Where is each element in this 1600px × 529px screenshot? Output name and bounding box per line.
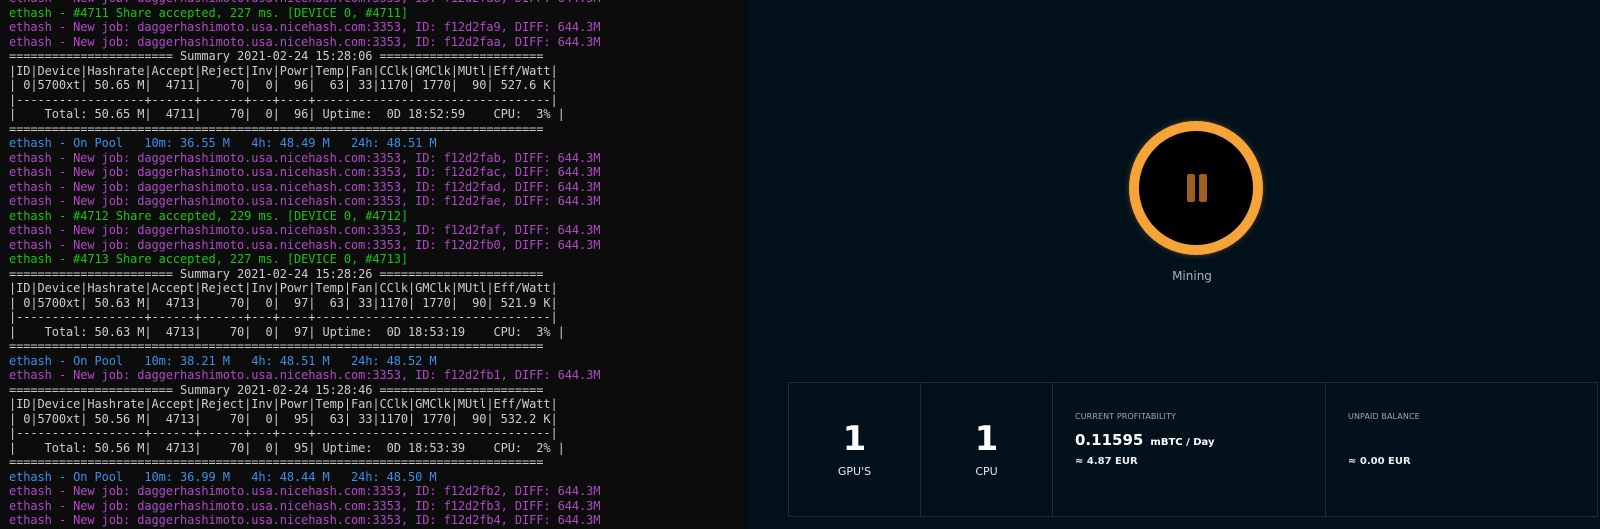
console-line: ethash - New job: daggerhashimoto.usa.ni… [9, 34, 601, 49]
console-line: |------------------+------+------+---+--… [9, 92, 558, 107]
console-line: |------------------+------+------+---+--… [9, 310, 558, 324]
console-line: | 0|5700xt| 50.63 M| 4713| 70| 0| 97| 63… [9, 295, 558, 310]
console-line: | Total: 50.56 M| 4713| 70| 0| 95| Uptim… [9, 440, 565, 455]
console-line: |ID|Device|Hashrate|Accept|Reject|Inv|Po… [9, 281, 558, 295]
console-line: ethash - New job: daggerhashimoto.usa.ni… [9, 179, 601, 194]
profitability-row: 0.11595 mBTC / Day [1075, 430, 1215, 449]
console-line: ethash - New job: daggerhashimoto.usa.ni… [9, 223, 601, 237]
console-line: ethash - On Pool 10m: 38.21 M 4h: 48.51 … [9, 353, 437, 368]
mining-status-label: Mining [1172, 269, 1212, 283]
profitability-unit: mBTC / Day [1150, 437, 1215, 448]
profitability-label: CURRENT PROFITABILITY [1075, 412, 1176, 421]
console-line: ethash - New job: daggerhashimoto.usa.ni… [9, 368, 601, 382]
console-line: ethash - New job: daggerhashimoto.usa.ni… [9, 20, 601, 34]
console-line: ethash - New job: daggerhashimoto.usa.ni… [9, 0, 600, 6]
console-line: | Total: 50.63 M| 4713| 70| 0| 97| Uptim… [9, 324, 565, 339]
screen: ethash - New job: daggerhashimoto.usa.ni… [0, 0, 1600, 529]
miner-dashboard: Mining 1 GPU'S 1 CPU CURRENT PROFITABILI… [749, 0, 1600, 529]
gpu-count-label: GPU'S [837, 465, 872, 478]
profitability-card: CURRENT PROFITABILITY 0.11595 mBTC / Day… [1053, 383, 1326, 516]
unpaid-balance-fiat: ≈ 0.00 EUR [1348, 456, 1411, 467]
profitability-value: 0.11595 [1075, 431, 1144, 449]
console-line: ========================================… [9, 121, 544, 136]
console-line: |ID|Device|Hashrate|Accept|Reject|Inv|Po… [9, 63, 558, 78]
console-line: ethash - #4712 Share accepted, 229 ms. [… [9, 208, 408, 223]
console-line: ======================= Summary 2021-02-… [9, 382, 544, 397]
console-line: ethash - New job: daggerhashimoto.usa.ni… [9, 150, 601, 165]
mining-toggle-button[interactable] [1129, 121, 1263, 255]
pause-bar-right [1199, 174, 1207, 202]
console-line: ethash - #4713 Share accepted, 227 ms. [… [9, 252, 408, 266]
cpu-count: 1 [974, 419, 999, 459]
stats-bar: 1 GPU'S 1 CPU CURRENT PROFITABILITY 0.11… [788, 382, 1598, 517]
console-line: ========================================… [9, 455, 544, 469]
console-line: ethash - New job: daggerhashimoto.usa.ni… [9, 484, 601, 498]
console-line: ======================= Summary 2021-02-… [9, 49, 544, 63]
console-line: ethash - New job: daggerhashimoto.usa.ni… [9, 194, 601, 208]
console-line: ========================================… [9, 339, 544, 353]
console-line: |------------------+------+------+---+--… [9, 426, 558, 440]
console-line: | 0|5700xt| 50.56 M| 4713| 70| 0| 95| 63… [9, 411, 558, 426]
cpu-count-label: CPU [975, 465, 998, 478]
console-line: ethash - New job: daggerhashimoto.usa.ni… [9, 237, 601, 252]
console-line: ======================= Summary 2021-02-… [9, 266, 544, 281]
console-line: ethash - #4711 Share accepted, 227 ms. [… [9, 5, 408, 20]
unpaid-balance-card: UNPAID BALANCE ≈ 0.00 EUR [1326, 383, 1597, 516]
console-line: | 0|5700xt| 50.65 M| 4711| 70| 0| 96| 63… [9, 78, 558, 92]
unpaid-balance-label: UNPAID BALANCE [1348, 412, 1420, 421]
profitability-fiat: ≈ 4.87 EUR [1075, 456, 1138, 467]
console-line: | Total: 50.65 M| 4711| 70| 0| 96| Uptim… [9, 107, 565, 121]
gpu-count-card[interactable]: 1 GPU'S [789, 383, 921, 516]
console-line: ethash - On Pool 10m: 36.99 M 4h: 48.44 … [9, 469, 437, 484]
console-line: ethash - New job: daggerhashimoto.usa.ni… [9, 513, 601, 527]
pause-icon [1179, 171, 1213, 205]
console-output: ethash - New job: daggerhashimoto.usa.ni… [9, 0, 600, 528]
console-line: ethash - New job: daggerhashimoto.usa.ni… [9, 498, 601, 513]
cpu-count-card[interactable]: 1 CPU [921, 383, 1053, 516]
miner-console: ethash - New job: daggerhashimoto.usa.ni… [0, 0, 749, 529]
pause-bar-left [1187, 174, 1195, 202]
gpu-count: 1 [842, 419, 867, 459]
console-line: |ID|Device|Hashrate|Accept|Reject|Inv|Po… [9, 397, 558, 411]
console-line: ethash - On Pool 10m: 36.55 M 4h: 48.49 … [9, 136, 437, 150]
console-line: ethash - New job: daggerhashimoto.usa.ni… [9, 165, 601, 179]
